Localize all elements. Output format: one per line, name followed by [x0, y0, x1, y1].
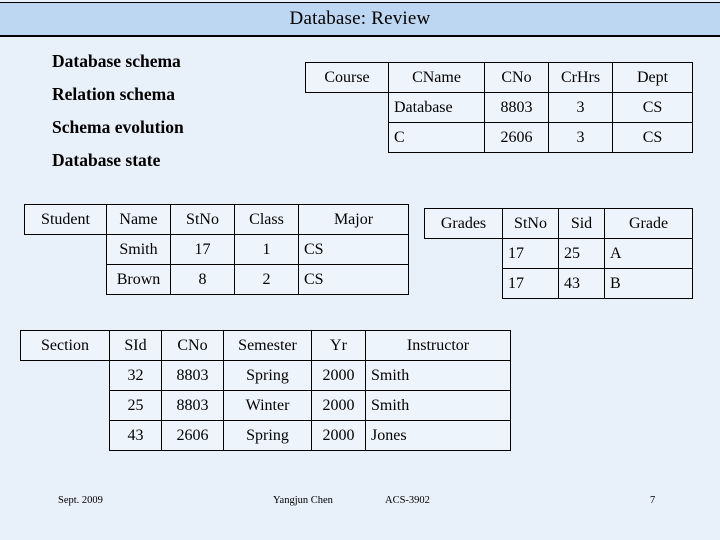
relation-name-section: Section: [20, 330, 110, 361]
table-cell: Brown: [106, 264, 171, 295]
table-cell: A: [604, 238, 693, 269]
table-row: 17 25 A: [425, 238, 693, 269]
table-cell: CS: [612, 92, 693, 123]
table-cell: Spring: [223, 420, 312, 451]
table-cell: 2000: [311, 420, 366, 451]
table-header-row: Student Name StNo Class Major: [24, 204, 409, 235]
table-student: Student Name StNo Class Major Smith 17 1…: [24, 204, 409, 295]
column-header: StNo: [502, 208, 559, 239]
table-cell: 25: [558, 238, 605, 269]
column-header: Instructor: [365, 330, 511, 361]
table-cell: CS: [612, 122, 693, 153]
slide-footer: Sept. 2009 Yangjun Chen ACS-3902 7: [0, 495, 720, 515]
table-cell: 25: [109, 390, 162, 421]
slide-title-bar: Database: Review: [0, 2, 720, 37]
column-header: CName: [388, 62, 485, 93]
table-cell: 8: [170, 264, 235, 295]
table-cell: 3: [548, 92, 613, 123]
table-cell: Jones: [365, 420, 511, 451]
bullet-list: Database schema Relation schema Schema e…: [52, 52, 302, 169]
bullet-item-relation-schema: Relation schema: [52, 84, 175, 104]
table-cell: 3: [548, 122, 613, 153]
column-header: CNo: [161, 330, 224, 361]
spacer-cell: [25, 265, 107, 295]
spacer-cell: [425, 269, 503, 299]
table-cell: CS: [298, 264, 409, 295]
table-cell: Spring: [223, 360, 312, 391]
table-cell: 2: [234, 264, 299, 295]
column-header: Major: [298, 204, 409, 235]
spacer-cell: [306, 123, 389, 153]
column-header: Yr: [311, 330, 366, 361]
table-row: 25 8803 Winter 2000 Smith: [21, 390, 511, 421]
table-cell: 8803: [161, 390, 224, 421]
spacer-cell: [25, 235, 107, 265]
table-header-row: Grades StNo Sid Grade: [424, 208, 693, 239]
column-header: Grade: [604, 208, 693, 239]
table-cell: 32: [109, 360, 162, 391]
table-row: 43 2606 Spring 2000 Jones: [21, 420, 511, 451]
table-course: Course CName CNo CrHrs Dept Database 880…: [305, 62, 693, 153]
table-cell: 2000: [311, 360, 366, 391]
table-row: 17 43 B: [425, 268, 693, 299]
spacer-cell: [21, 391, 110, 421]
column-header: SId: [109, 330, 162, 361]
spacer-cell: [306, 93, 389, 123]
table-cell: C: [388, 122, 485, 153]
column-header: Name: [106, 204, 171, 235]
table-cell: 17: [170, 234, 235, 265]
table-header-row: Section SId CNo Semester Yr Instructor: [20, 330, 511, 361]
table-cell: Winter: [223, 390, 312, 421]
spacer-cell: [21, 421, 110, 451]
relation-name-course: Course: [305, 62, 389, 93]
table-cell: 17: [502, 238, 559, 269]
column-header: Dept: [612, 62, 693, 93]
column-header: Class: [234, 204, 299, 235]
table-row: 32 8803 Spring 2000 Smith: [21, 360, 511, 391]
column-header: CNo: [484, 62, 549, 93]
table-cell: B: [604, 268, 693, 299]
bullet-item-database-state: Database state: [52, 150, 161, 170]
footer-author: Yangjun Chen: [273, 495, 333, 506]
page-title: Database: Review: [289, 8, 431, 29]
table-cell: 43: [558, 268, 605, 299]
table-cell: 43: [109, 420, 162, 451]
table-row: Brown 8 2 CS: [25, 264, 409, 295]
spacer-cell: [425, 239, 503, 269]
table-cell: Smith: [365, 360, 511, 391]
relation-name-grades: Grades: [424, 208, 503, 239]
table-section: Section SId CNo Semester Yr Instructor 3…: [20, 330, 511, 451]
table-cell: 8803: [484, 92, 549, 123]
table-cell: CS: [298, 234, 409, 265]
table-cell: 17: [502, 268, 559, 299]
bullet-item-database-schema: Database schema: [52, 51, 181, 71]
table-cell: 1: [234, 234, 299, 265]
column-header: Sid: [558, 208, 605, 239]
table-row: C 2606 3 CS: [306, 122, 693, 153]
column-header: CrHrs: [548, 62, 613, 93]
bullet-item-schema-evolution: Schema evolution: [52, 117, 184, 137]
footer-course-code: ACS-3902: [385, 495, 430, 506]
table-cell: 8803: [161, 360, 224, 391]
column-header: StNo: [170, 204, 235, 235]
table-cell: Database: [388, 92, 485, 123]
table-cell: 2606: [484, 122, 549, 153]
relation-name-student: Student: [24, 204, 107, 235]
footer-date: Sept. 2009: [58, 495, 103, 506]
table-grades: Grades StNo Sid Grade 17 25 A 17 43 B: [424, 208, 693, 299]
spacer-cell: [21, 361, 110, 391]
table-cell: Smith: [365, 390, 511, 421]
footer-page-number: 7: [650, 495, 656, 506]
table-row: Smith 17 1 CS: [25, 234, 409, 265]
column-header: Semester: [223, 330, 312, 361]
table-cell: Smith: [106, 234, 171, 265]
table-cell: 2606: [161, 420, 224, 451]
table-cell: 2000: [311, 390, 366, 421]
table-header-row: Course CName CNo CrHrs Dept: [305, 62, 693, 93]
table-row: Database 8803 3 CS: [306, 92, 693, 123]
